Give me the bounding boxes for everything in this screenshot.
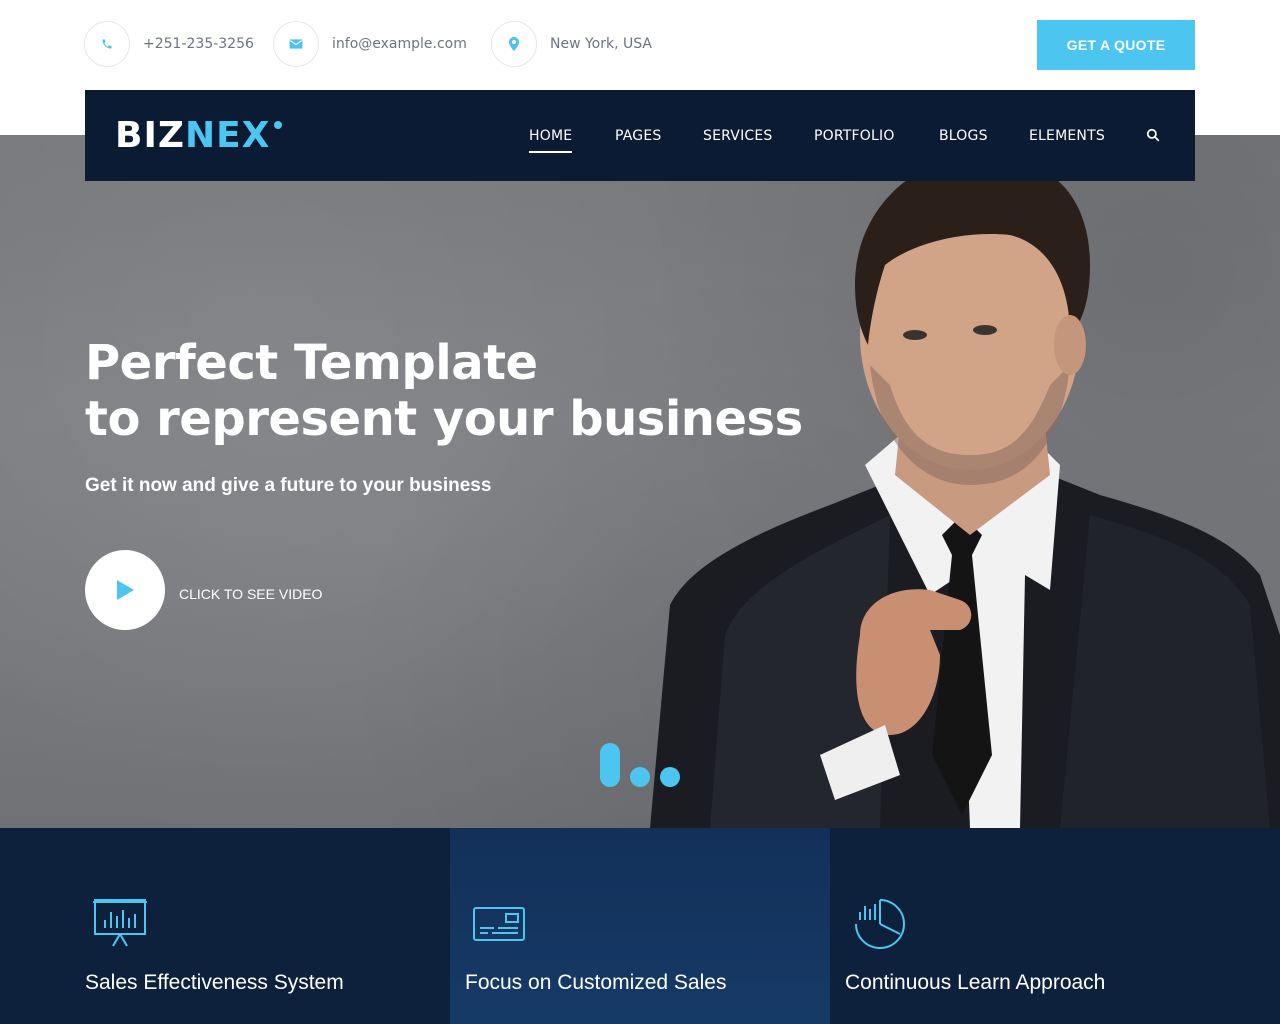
phone-text: +251-235-3256 — [143, 36, 254, 52]
feature-title: Focus on Customized Sales — [465, 971, 727, 994]
slider-dot[interactable] — [660, 767, 680, 787]
feature-title: Continuous Learn Approach — [845, 971, 1106, 994]
hero-subtitle: Get it now and give a future to your bus… — [85, 475, 492, 496]
slider-dots — [600, 743, 680, 787]
feature-card[interactable]: Sales Effectiveness System — [0, 828, 450, 1024]
nav-elements[interactable]: ELEMENTS — [1029, 128, 1105, 144]
logo-text-part1: BIZ — [115, 115, 185, 156]
location-text: New York, USA — [550, 36, 652, 52]
slider-dot[interactable] — [630, 767, 650, 787]
feature-card[interactable]: Continuous Learn Approach — [830, 828, 1280, 1024]
feature-card[interactable]: Focus on Customized Sales — [450, 828, 830, 1024]
hero-title-line2: to represent your business — [85, 391, 803, 447]
nav-blogs[interactable]: BLOGS — [939, 128, 988, 144]
hero-title-line1: Perfect Template — [85, 335, 538, 391]
main-navbar: BIZNEX HOME PAGES SERVICES PORTFOLIO BLO… — [85, 90, 1195, 181]
credit-card-icon — [473, 907, 525, 941]
play-icon — [117, 580, 134, 600]
pie-chart-icon — [855, 899, 905, 949]
contact-location[interactable]: New York, USA — [491, 21, 652, 67]
logo[interactable]: BIZNEX — [115, 115, 283, 156]
contact-email[interactable]: info@example.com — [273, 21, 467, 67]
nav-portfolio[interactable]: PORTFOLIO — [814, 128, 895, 144]
features-strip: Sales Effectiveness System Focus on Cust… — [0, 828, 1280, 1024]
slider-dot-active[interactable] — [600, 743, 620, 787]
contact-phone[interactable]: +251-235-3256 — [84, 21, 254, 67]
email-text: info@example.com — [332, 36, 467, 52]
get-a-quote-button[interactable]: GET A QUOTE — [1037, 20, 1195, 70]
nav-pages[interactable]: PAGES — [615, 128, 661, 144]
nav-home[interactable]: HOME — [529, 128, 573, 153]
map-marker-icon — [491, 21, 537, 67]
logo-dot — [274, 121, 283, 129]
feature-title: Sales Effectiveness System — [85, 971, 344, 994]
presentation-chart-icon — [93, 899, 147, 947]
search-icon[interactable] — [1146, 128, 1160, 147]
hero-title: Perfect Template to represent your busin… — [85, 335, 803, 447]
video-label[interactable]: CLICK TO SEE VIDEO — [179, 586, 322, 602]
businessman-photo — [650, 155, 1280, 828]
envelope-icon — [273, 21, 319, 67]
phone-icon — [84, 21, 130, 67]
logo-text-part2: NEX — [184, 115, 271, 156]
play-video-button[interactable] — [85, 550, 165, 630]
hero-section: Perfect Template to represent your busin… — [0, 135, 1280, 828]
nav-services[interactable]: SERVICES — [703, 128, 773, 144]
